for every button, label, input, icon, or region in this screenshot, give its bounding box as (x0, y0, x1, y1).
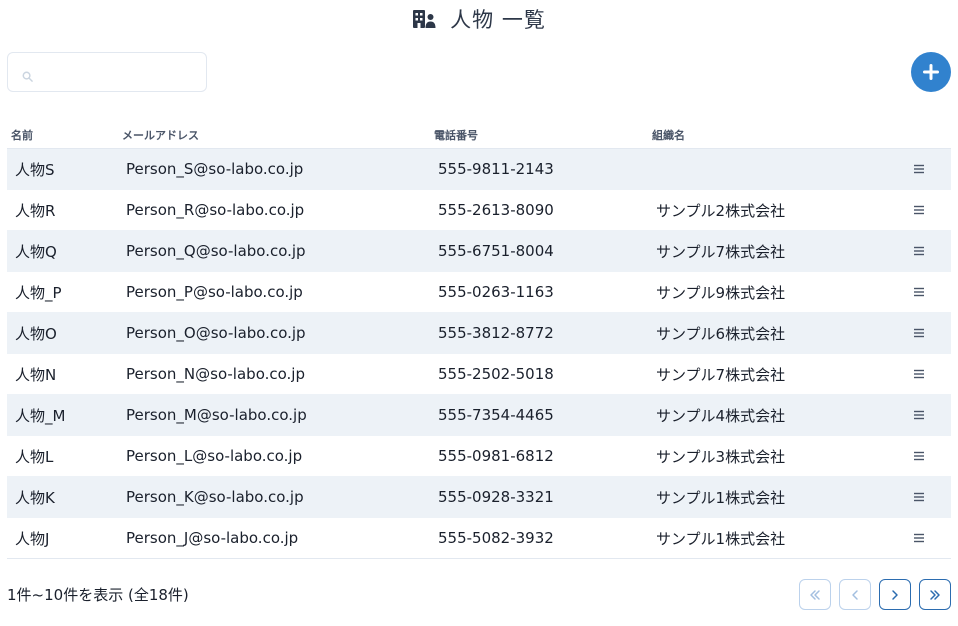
person-organization-cell: サンプル6株式会社 (656, 324, 786, 343)
person-phone-cell: 555-5082-3932 (438, 529, 554, 547)
person-email-cell: Person_S@so-labo.co.jp (126, 160, 304, 178)
hamburger-menu-icon[interactable] (912, 244, 926, 258)
person-list-page: 人物 一覧 名前 メールアドレス 電話番号 組織名 人物S Person_S@so… (0, 0, 958, 626)
person-organization-cell: サンプル4株式会社 (656, 406, 786, 425)
person-email-cell: Person_K@so-labo.co.jp (126, 488, 304, 506)
person-email-cell: Person_R@so-labo.co.jp (126, 201, 305, 219)
person-name-cell: 人物_P (15, 283, 62, 302)
person-email-cell: Person_P@so-labo.co.jp (126, 283, 303, 301)
chevron-right-icon (892, 589, 898, 600)
search-input[interactable] (41, 64, 201, 80)
column-header-name[interactable]: 名前 (7, 127, 118, 143)
result-summary: 1件~10件を表示 (全18件) (7, 586, 189, 604)
person-organization-cell: サンプル1株式会社 (656, 488, 786, 507)
row-menu-cell (886, 531, 951, 545)
hamburger-menu-icon[interactable] (912, 326, 926, 340)
person-phone-cell: 555-0981-6812 (438, 447, 554, 465)
person-phone-cell: 555-3812-8772 (438, 324, 554, 342)
person-name-cell: 人物Q (15, 242, 57, 261)
person-phone-cell: 555-2613-8090 (438, 201, 554, 219)
double-chevron-right-icon (930, 589, 940, 600)
table-row[interactable]: 人物O Person_O@so-labo.co.jp 555-3812-8772 サン… (7, 313, 951, 354)
person-organization-cell: サンプル3株式会社 (656, 447, 786, 466)
person-email-cell: Person_Q@so-labo.co.jp (126, 242, 306, 260)
row-menu-cell (886, 408, 951, 422)
page-header: 人物 一覧 (0, 4, 958, 34)
row-menu-cell (886, 162, 951, 176)
table-row[interactable]: 人物K Person_K@so-labo.co.jp 555-0928-3321 サン… (7, 477, 951, 518)
person-name-cell: 人物_M (15, 406, 66, 425)
person-name-cell: 人物S (15, 160, 55, 179)
column-header-organization[interactable]: 組織名 (648, 127, 886, 143)
person-name-cell: 人物O (15, 324, 57, 343)
person-organization-cell: サンプル9株式会社 (656, 283, 786, 302)
table-row[interactable]: 人物L Person_L@so-labo.co.jp 555-0981-6812 サン… (7, 436, 951, 477)
row-menu-cell (886, 244, 951, 258)
chevron-left-icon (852, 589, 858, 600)
person-organization-cell: サンプル2株式会社 (656, 201, 786, 220)
person-name-cell: 人物N (15, 365, 57, 384)
person-organization-cell: サンプル1株式会社 (656, 529, 786, 548)
row-menu-cell (886, 326, 951, 340)
person-organization-cell: サンプル7株式会社 (656, 365, 786, 384)
page-title: 人物 一覧 (450, 8, 546, 32)
person-organization-cell: サンプル7株式会社 (656, 242, 786, 261)
hamburger-menu-icon[interactable] (912, 203, 926, 217)
row-menu-cell (886, 367, 951, 381)
building-user-icon (412, 9, 436, 29)
person-email-cell: Person_J@so-labo.co.jp (126, 529, 299, 547)
table-header: 名前 メールアドレス 電話番号 組織名 (7, 122, 951, 149)
person-email-cell: Person_O@so-labo.co.jp (126, 324, 306, 342)
last-page-button[interactable] (919, 579, 951, 610)
table-row[interactable]: 人物J Person_J@so-labo.co.jp 555-5082-3932 サン… (7, 518, 951, 559)
next-page-button[interactable] (879, 579, 911, 610)
plus-icon (923, 64, 939, 80)
column-header-phone[interactable]: 電話番号 (430, 127, 648, 143)
double-chevron-left-icon (810, 589, 820, 600)
row-menu-cell (886, 449, 951, 463)
table-row[interactable]: 人物R Person_R@so-labo.co.jp 555-2613-8090 サン… (7, 190, 951, 231)
person-phone-cell: 555-6751-8004 (438, 242, 554, 260)
row-menu-cell (886, 490, 951, 504)
hamburger-menu-icon[interactable] (912, 531, 926, 545)
table-row[interactable]: 人物S Person_S@so-labo.co.jp 555-9811-2143 (7, 149, 951, 190)
previous-page-button[interactable] (839, 579, 871, 610)
pagination (799, 579, 951, 610)
row-menu-cell (886, 285, 951, 299)
person-phone-cell: 555-0263-1163 (438, 283, 554, 301)
hamburger-menu-icon[interactable] (912, 408, 926, 422)
person-phone-cell: 555-9811-2143 (438, 160, 554, 178)
table-row[interactable]: 人物N Person_N@so-labo.co.jp 555-2502-5018 サン… (7, 354, 951, 395)
hamburger-menu-icon[interactable] (912, 162, 926, 176)
person-email-cell: Person_L@so-labo.co.jp (126, 447, 303, 465)
person-phone-cell: 555-7354-4465 (438, 406, 554, 424)
search-box[interactable] (7, 52, 207, 92)
table-row[interactable]: 人物Q Person_Q@so-labo.co.jp 555-6751-8004 サン… (7, 231, 951, 272)
person-email-cell: Person_M@so-labo.co.jp (126, 406, 307, 424)
person-name-cell: 人物J (15, 529, 50, 548)
person-email-cell: Person_N@so-labo.co.jp (126, 365, 305, 383)
person-name-cell: 人物L (15, 447, 54, 466)
person-phone-cell: 555-0928-3321 (438, 488, 554, 506)
table-row[interactable]: 人物_M Person_M@so-labo.co.jp 555-7354-4465 サ… (7, 395, 951, 436)
person-table: 名前 メールアドレス 電話番号 組織名 人物S Person_S@so-labo.… (7, 122, 951, 559)
row-menu-cell (886, 203, 951, 217)
person-name-cell: 人物R (15, 201, 56, 220)
hamburger-menu-icon[interactable] (912, 449, 926, 463)
person-name-cell: 人物K (15, 488, 55, 507)
table-body: 人物S Person_S@so-labo.co.jp 555-9811-2143 人物… (7, 149, 951, 559)
hamburger-menu-icon[interactable] (912, 285, 926, 299)
add-person-button[interactable] (911, 52, 951, 92)
first-page-button[interactable] (799, 579, 831, 610)
person-phone-cell: 555-2502-5018 (438, 365, 554, 383)
hamburger-menu-icon[interactable] (912, 367, 926, 381)
table-row[interactable]: 人物_P Person_P@so-labo.co.jp 555-0263-1163 サ… (7, 272, 951, 313)
hamburger-menu-icon[interactable] (912, 490, 926, 504)
column-header-email[interactable]: メールアドレス (118, 127, 430, 143)
search-icon (22, 67, 33, 82)
